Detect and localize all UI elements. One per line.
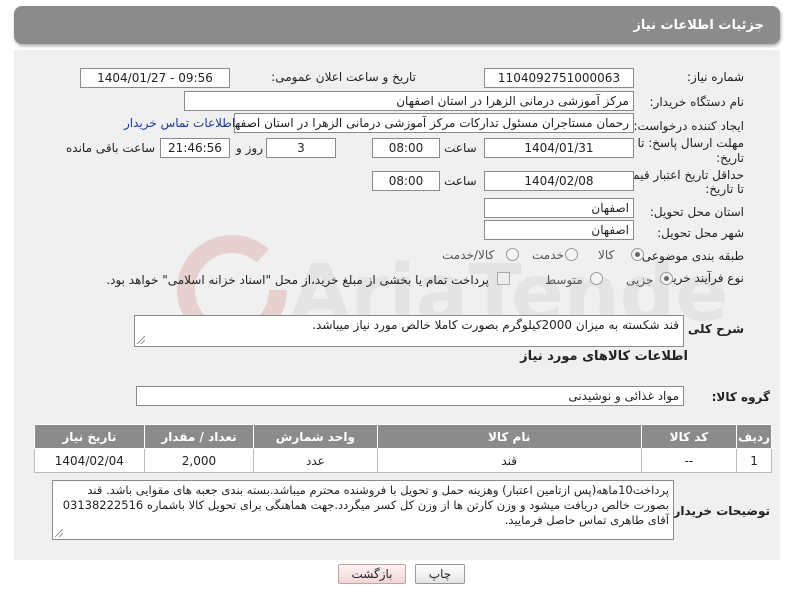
resize-grip-icon[interactable] <box>137 336 145 344</box>
requester-label: ایجاد کننده درخواست: <box>633 119 744 133</box>
process-minor-radio[interactable] <box>660 272 673 285</box>
buyer-notes-label: توضیحات خریدار: <box>668 504 770 518</box>
delivery-city-field: اصفهان <box>484 220 634 240</box>
delivery-province-field: اصفهان <box>484 198 634 218</box>
col-unit: واحد شمارش <box>253 424 378 449</box>
cell-date: 1404/02/04 <box>34 448 145 473</box>
goods-section-title: اطلاعات کالاهای مورد نیاز <box>520 349 688 364</box>
col-row: ردیف <box>736 424 772 449</box>
col-qty: تعداد / مقدار <box>143 424 255 449</box>
reply-deadline-label-2: تاریخ: <box>716 151 744 165</box>
category-goods-radio[interactable] <box>631 248 644 261</box>
page-header: جزئیات اطلاعات نیاز <box>14 6 780 44</box>
category-service-label: خدمت <box>532 248 564 262</box>
cell-name: قند <box>376 448 642 473</box>
buyer-org-field: مرکز آموزشی درمانی الزهرا در استان اصفها… <box>184 91 634 111</box>
delivery-city-label: شهر محل تحویل: <box>657 226 744 240</box>
price-validity-time-label: ساعت <box>444 174 477 188</box>
remaining-time-label: ساعت باقی مانده <box>66 141 156 155</box>
buyer-org-label: نام دستگاه خریدار: <box>649 95 745 109</box>
col-name: نام کالا <box>376 424 642 449</box>
category-service-radio[interactable] <box>565 248 578 261</box>
subject-category-label: طبقه بندی موضوعی: <box>637 249 744 263</box>
buyer-notes-line-1: پرداخت10ماهه(پس ازتامین اعتبار) وهزینه ح… <box>87 483 669 497</box>
resize-grip-icon[interactable] <box>55 529 63 537</box>
price-validity-date-field: 1404/02/08 <box>484 171 634 191</box>
reply-days-label: روز و <box>236 141 263 155</box>
process-minor-label: جزیی <box>626 273 654 287</box>
description-textarea: قند شکسته به میزان 2000کیلوگرم بصورت کام… <box>134 315 684 347</box>
category-both-radio[interactable] <box>506 248 519 261</box>
delivery-province-label: استان محل تحویل: <box>649 205 744 219</box>
need-number-field: 1104092751000063 <box>484 68 634 88</box>
print-button[interactable]: چاپ <box>415 564 465 584</box>
process-medium-radio[interactable] <box>590 272 603 285</box>
buyer-contact-link[interactable]: اطلاعات تماس خریدار <box>124 116 235 130</box>
reply-days-field: 3 <box>266 138 336 158</box>
goods-table: ردیف کد کالا نام کالا واحد شمارش تعداد /… <box>34 424 772 473</box>
reply-time-label: ساعت <box>444 141 477 155</box>
reply-time-field: 08:00 <box>372 138 440 158</box>
category-both-label: کالا/خدمت <box>442 248 495 262</box>
buyer-notes-line-3: آقای طاهری تماس حاصل فرمایید. <box>504 513 669 527</box>
category-goods-label: کالا <box>598 248 615 262</box>
table-row: 1 -- قند عدد 2,000 1404/02/04 <box>34 448 772 473</box>
cell-unit: عدد <box>253 448 378 473</box>
back-button[interactable]: بازگشت <box>338 564 406 584</box>
page-title: جزئیات اطلاعات نیاز <box>633 18 764 33</box>
process-medium-label: متوسط <box>545 273 583 287</box>
price-validity-time-field: 08:00 <box>372 171 440 191</box>
goods-group-field: مواد غذائی و نوشیدنی <box>136 386 684 406</box>
price-validity-label: حداقل تاریخ اعتبار قیمت: <box>617 168 744 182</box>
col-date: تاریخ نیاز <box>34 424 145 449</box>
goods-table-header: ردیف کد کالا نام کالا واحد شمارش تعداد /… <box>34 424 772 449</box>
buyer-notes-textarea: پرداخت10ماهه(پس ازتامین اعتبار) وهزینه ح… <box>52 480 674 540</box>
requester-field: رحمان مستاجران مسئول تدارکات مرکز آموزشی… <box>234 113 634 133</box>
announce-datetime-label: تاریخ و ساعت اعلان عمومی: <box>271 70 416 84</box>
reply-date-field: 1404/01/31 <box>484 138 634 158</box>
announce-datetime-field: 1404/01/27 - 09:56 <box>80 68 230 88</box>
cell-row: 1 <box>736 448 772 473</box>
description-text: قند شکسته به میزان 2000کیلوگرم بصورت کام… <box>312 318 679 332</box>
goods-group-label: گروه کالا: <box>711 390 770 404</box>
treasury-payment-note: پرداخت تمام یا بخشی از مبلغ خرید،از محل … <box>106 273 489 287</box>
reply-deadline-label: مهلت ارسال پاسخ: تا <box>637 136 744 150</box>
col-code: کد کالا <box>640 424 738 449</box>
price-validity-label-2: تا تاریخ: <box>705 182 744 196</box>
buyer-notes-line-2: بصورت خالص دریافت میشود و وزن کارتن ها ا… <box>62 498 669 512</box>
need-number-label: شماره نیاز: <box>687 70 744 84</box>
cell-qty: 2,000 <box>143 448 255 473</box>
cell-code: -- <box>640 448 738 473</box>
treasury-payment-checkbox[interactable] <box>497 272 510 285</box>
remaining-time-field: 21:46:56 <box>160 138 230 158</box>
